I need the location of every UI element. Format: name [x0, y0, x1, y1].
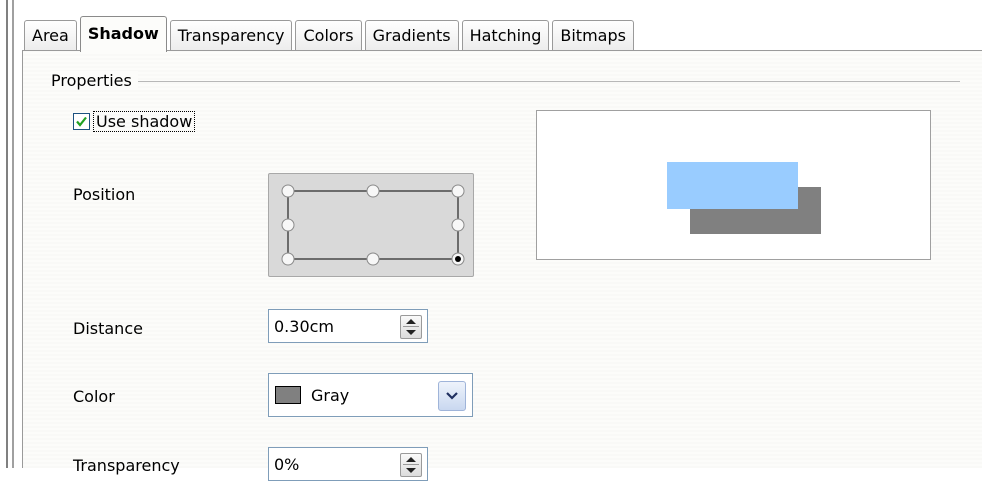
shadow-preview [536, 110, 931, 260]
position-radio-middle-left[interactable] [281, 218, 295, 232]
window-edge [0, 0, 20, 468]
color-label: Color [73, 387, 115, 406]
color-swatch [275, 386, 301, 404]
tab-hatching-label: Hatching [469, 26, 542, 45]
tab-shadow-label: Shadow [87, 24, 159, 43]
properties-heading: Properties [51, 71, 138, 90]
shadow-panel: Properties Use shadow Position Distance … [22, 50, 982, 481]
checkmark-icon [76, 116, 87, 127]
tab-bar: Area Shadow Transparency Colors Gradient… [24, 16, 637, 52]
position-grid-graphic [281, 184, 465, 266]
transparency-value: 0% [274, 455, 300, 474]
position-radio-top-left[interactable] [281, 184, 295, 198]
spin-down-icon [406, 330, 416, 335]
use-shadow-checkbox[interactable] [73, 113, 90, 130]
section-divider [51, 81, 960, 82]
distance-field[interactable]: 0.30cm [268, 309, 428, 343]
position-label: Position [73, 185, 136, 204]
tab-bitmaps-label: Bitmaps [560, 26, 626, 45]
position-radio-bottom-center[interactable] [366, 252, 380, 266]
tab-gradients-label: Gradients [372, 26, 451, 45]
distance-spin-button[interactable] [400, 315, 422, 339]
color-value: Gray [311, 386, 350, 405]
tab-bitmaps[interactable]: Bitmaps [552, 20, 634, 51]
color-dropdown[interactable]: Gray [268, 373, 473, 417]
spin-down-icon [406, 468, 416, 473]
position-radio-bottom-right[interactable] [451, 252, 465, 266]
tab-colors[interactable]: Colors [295, 20, 362, 51]
use-shadow-label: Use shadow [93, 111, 196, 132]
tab-transparency[interactable]: Transparency [169, 20, 293, 51]
tab-hatching[interactable]: Hatching [461, 20, 550, 51]
tab-shadow[interactable]: Shadow [79, 16, 167, 52]
position-radio-middle-right[interactable] [451, 218, 465, 232]
tab-gradients[interactable]: Gradients [364, 20, 459, 51]
position-radio-top-right[interactable] [451, 184, 465, 198]
transparency-field[interactable]: 0% [268, 447, 428, 481]
spin-up-icon [406, 457, 416, 462]
tab-transparency-label: Transparency [177, 26, 285, 45]
position-radio-top-center[interactable] [366, 184, 380, 198]
chevron-down-icon [446, 392, 458, 400]
tab-area[interactable]: Area [24, 20, 77, 51]
transparency-label: Transparency [73, 456, 180, 475]
tab-area-label: Area [32, 26, 69, 45]
position-selector[interactable] [268, 173, 474, 277]
dropdown-button[interactable] [438, 381, 466, 411]
spin-up-icon [406, 319, 416, 324]
position-radio-bottom-left[interactable] [281, 252, 295, 266]
distance-value: 0.30cm [274, 317, 335, 336]
tab-colors-label: Colors [303, 26, 354, 45]
transparency-spin-button[interactable] [400, 453, 422, 477]
preview-object [667, 162, 798, 209]
use-shadow-row[interactable]: Use shadow [73, 111, 196, 132]
distance-label: Distance [73, 319, 143, 338]
